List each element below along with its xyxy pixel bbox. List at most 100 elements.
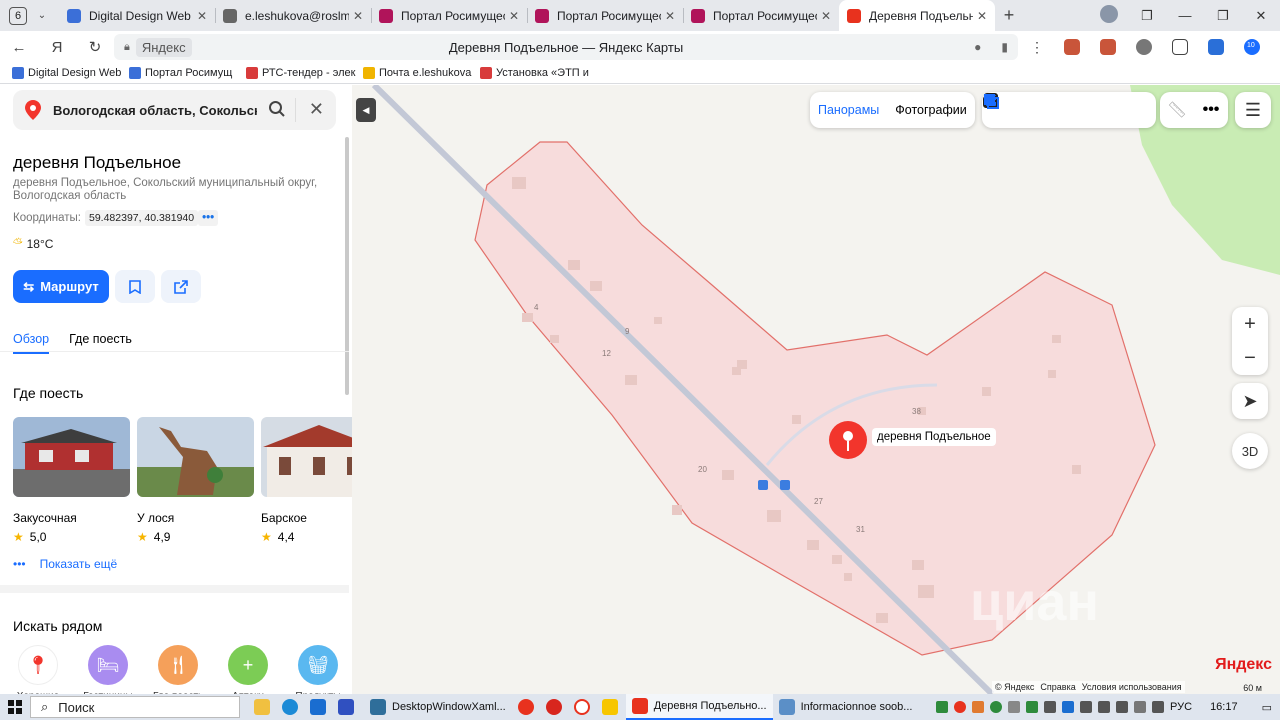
camera-icon[interactable] — [983, 92, 1086, 128]
3d-button[interactable]: 3D — [1232, 433, 1268, 469]
outlook-icon[interactable] — [310, 699, 326, 715]
terms-link[interactable]: Условия использования — [1082, 682, 1182, 692]
location-icon[interactable]: ● — [974, 40, 981, 54]
browser-tab[interactable]: Портал Росимущества ✕ — [683, 0, 839, 31]
taskbar-search[interactable]: ⌕ Поиск — [30, 696, 240, 718]
browser-tab[interactable]: Портал Росимущества ✕ — [527, 0, 683, 31]
photos-button[interactable]: Фотографии — [887, 103, 974, 117]
close-window-button[interactable]: ✕ — [1242, 8, 1280, 24]
marker-label[interactable]: деревня Подъельное — [872, 428, 996, 446]
omnibox[interactable]: 🔒︎ Яндекс Деревня Подъельное — Яндекс Ка… — [114, 34, 1018, 60]
extension-icon[interactable] — [1172, 39, 1188, 55]
zoom-in-button[interactable]: + — [1232, 307, 1268, 341]
bookmark-item[interactable]: Digital Design Web — [12, 67, 129, 79]
taskbar-app-active[interactable]: Деревня Подъельно... — [625, 694, 773, 720]
help-link[interactable]: Справка — [1040, 682, 1075, 692]
tray-icon[interactable] — [1008, 701, 1021, 713]
more-icon[interactable]: ••• — [1194, 92, 1228, 128]
tab-close-icon[interactable]: ✕ — [197, 9, 207, 23]
close-icon[interactable]: ✕ — [309, 99, 324, 120]
bookmark-icon[interactable]: ▮ — [1001, 40, 1008, 54]
notifications-icon[interactable]: 10 — [1244, 39, 1260, 55]
back-button[interactable]: ← — [0, 39, 38, 56]
folder-icon[interactable] — [254, 699, 270, 715]
browser-tab[interactable]: Деревня Подъельное ✕ — [839, 0, 995, 31]
ruler-icon[interactable]: 📏︎ — [1160, 92, 1194, 128]
app-icon[interactable] — [338, 699, 354, 715]
tab-close-icon[interactable]: ✕ — [977, 9, 987, 23]
place-card[interactable]: Барское ★ 4,4 — [261, 417, 352, 544]
scrollbar[interactable] — [345, 137, 349, 395]
zoom-out-button[interactable]: − — [1232, 341, 1268, 375]
menu-dots-icon[interactable]: ⋮ — [1030, 39, 1044, 56]
map[interactable]: 4 9 12 20 27 31 38 циан ◀ Панорамы Фотографии … — [352, 85, 1280, 694]
tray-icon[interactable] — [936, 701, 949, 713]
profile-button[interactable] — [1090, 5, 1128, 26]
notifications-icon[interactable]: ▭ — [1262, 701, 1272, 714]
volume-icon[interactable] — [1116, 701, 1129, 713]
bookmark-button[interactable] — [115, 270, 155, 303]
new-tab-button[interactable]: + — [995, 5, 1023, 26]
restore-button[interactable]: ❐ — [1204, 8, 1242, 24]
tab-close-icon[interactable]: ✕ — [821, 9, 831, 23]
nearby-category[interactable]: 🛏︎Гостиницы — [83, 645, 133, 694]
layers-icon[interactable] — [984, 92, 1154, 128]
chevron-down-icon[interactable]: ⌄ — [35, 10, 49, 21]
nearby-category[interactable]: 📍︎Хорошие — [13, 645, 63, 694]
bluetooth-icon[interactable] — [1062, 701, 1075, 713]
place-card[interactable]: Закусочная ★ 5,0 — [13, 417, 130, 544]
yandex-icon[interactable] — [517, 699, 534, 715]
marker[interactable] — [829, 421, 867, 459]
show-more-link[interactable]: ••• Показать ещё — [13, 557, 117, 571]
map-canvas[interactable] — [352, 85, 1280, 694]
opera-icon[interactable] — [545, 699, 562, 715]
browser-tab[interactable]: Digital Design Web Clie ✕ — [59, 0, 215, 31]
search-box[interactable]: Вологодская область, Сокольский ра ✕ — [13, 90, 336, 130]
coords-more-button[interactable]: ••• — [198, 210, 219, 226]
browser-tab[interactable]: e.leshukova@roslm.gov ✕ — [215, 0, 371, 31]
tray-icon[interactable] — [990, 701, 1003, 713]
tab-close-icon[interactable]: ✕ — [509, 9, 519, 23]
usb-icon[interactable] — [1044, 701, 1057, 713]
panoramas-button[interactable]: Панорамы — [810, 103, 887, 117]
map-layers-icon[interactable] — [984, 92, 1052, 128]
chevron-up-icon[interactable] — [1134, 701, 1147, 713]
nearby-category[interactable]: 🍴︎Где поесть — [153, 645, 203, 694]
browser-tab[interactable]: Портал Росимущества ✕ — [371, 0, 527, 31]
windows-start-icon[interactable] — [0, 700, 30, 714]
yandex-browser-icon[interactable] — [573, 699, 590, 715]
share-button[interactable] — [161, 270, 201, 303]
edge-icon[interactable] — [282, 699, 298, 715]
reload-button[interactable]: ↻ — [76, 38, 114, 56]
tray-icon[interactable] — [954, 701, 967, 713]
extension-icon[interactable] — [1208, 39, 1224, 55]
battery-icon[interactable] — [1098, 701, 1111, 713]
minimize-button[interactable]: — — [1166, 8, 1204, 23]
bookmark-item[interactable]: Установка «ЭТП и — [480, 67, 597, 79]
menu-button[interactable]: ☰ — [1235, 92, 1271, 128]
tab-count-button[interactable]: 6 — [9, 6, 27, 25]
extension-icon[interactable] — [1136, 39, 1152, 55]
collapse-panel-button[interactable]: ◀ — [356, 98, 376, 122]
tab-close-icon[interactable]: ✕ — [665, 9, 675, 23]
coords-value[interactable]: 59.482397, 40.381940 — [84, 210, 199, 226]
bus-icon[interactable] — [984, 92, 1120, 128]
tray-icon[interactable] — [972, 701, 985, 713]
bookmark-item[interactable]: РТС-тендер - элек — [246, 67, 363, 79]
bookmark-item[interactable]: Портал Росимущ — [129, 67, 246, 79]
search-input[interactable]: Вологодская область, Сокольский ра — [53, 103, 257, 118]
wifi-icon[interactable] — [1152, 701, 1165, 713]
locate-button[interactable]: ➤ — [1232, 383, 1268, 419]
tray-icon[interactable] — [1026, 701, 1039, 713]
search-icon[interactable] — [268, 100, 286, 118]
nearby-category[interactable]: +Аптеки — [223, 645, 273, 694]
yandex-button[interactable]: Я — [38, 39, 76, 56]
taskbar-app[interactable]: DesktopWindowXaml... — [364, 694, 512, 720]
clock[interactable]: 16:17 — [1210, 701, 1238, 713]
app-icon[interactable] — [601, 699, 618, 715]
security-icon[interactable] — [1080, 701, 1093, 713]
nearby-category[interactable]: 🧺︎Продукты — [293, 645, 343, 694]
extension-icon[interactable] — [1100, 39, 1116, 55]
taskbar-app[interactable]: Informacionnoe soob... — [773, 694, 919, 720]
tab-close-icon[interactable]: ✕ — [353, 9, 363, 23]
